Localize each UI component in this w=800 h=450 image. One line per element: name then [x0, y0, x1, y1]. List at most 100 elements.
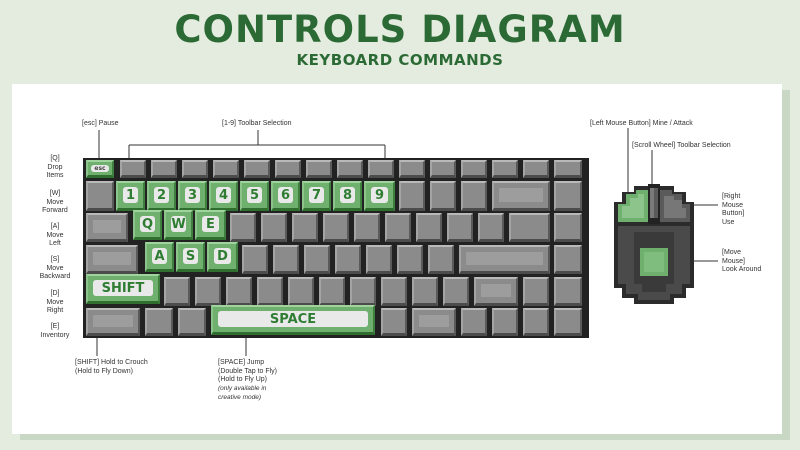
key-8-label: 8	[340, 187, 355, 203]
key-j[interactable]	[335, 245, 361, 274]
key-esc[interactable]: esc	[86, 160, 114, 178]
key-u[interactable]	[323, 213, 349, 242]
key-t[interactable]	[261, 213, 287, 242]
key-l[interactable]	[397, 245, 423, 274]
key-f10[interactable]	[399, 160, 425, 178]
key-f9[interactable]	[368, 160, 394, 178]
key-f7[interactable]	[306, 160, 332, 178]
key-right-alt[interactable]	[381, 308, 407, 336]
key-y[interactable]	[292, 213, 318, 242]
key-5[interactable]: 5	[240, 181, 269, 211]
e-label: [E] Inventory	[40, 323, 70, 339]
key-ctrl[interactable]	[86, 308, 140, 336]
key-right[interactable]	[554, 308, 582, 336]
key-down[interactable]	[523, 308, 549, 336]
key-b[interactable]	[288, 277, 314, 306]
key-z[interactable]	[164, 277, 190, 306]
key-g[interactable]	[273, 245, 299, 274]
key-bracket-right[interactable]	[478, 213, 504, 242]
space-label: [SPACE] Jump (Double Tap to Fly) (Hold t…	[218, 359, 278, 383]
key-o[interactable]	[385, 213, 411, 242]
key-0[interactable]	[399, 181, 425, 211]
key-menu[interactable]	[461, 308, 487, 336]
key-enter[interactable]	[459, 245, 550, 274]
key-s[interactable]: S	[176, 242, 205, 272]
left-mouse-label: [Left Mouse Button] Mine / Attack	[590, 120, 693, 127]
key-h[interactable]	[304, 245, 330, 274]
key-f5[interactable]	[244, 160, 270, 178]
key-a[interactable]: A	[145, 242, 174, 272]
key-f3[interactable]	[182, 160, 208, 178]
key-q[interactable]: Q	[133, 210, 162, 240]
key-shift[interactable]: SHIFT	[86, 274, 160, 304]
key-slash[interactable]	[443, 277, 469, 306]
key-7[interactable]: 7	[302, 181, 331, 211]
key-d[interactable]: D	[207, 242, 238, 272]
key-caps[interactable]	[86, 245, 138, 274]
esc-label: [esc] Pause	[82, 120, 119, 127]
key-right-ctrl[interactable]	[412, 308, 456, 336]
key-f15[interactable]	[554, 160, 582, 178]
key-equals[interactable]	[461, 181, 487, 211]
key-period[interactable]	[412, 277, 438, 306]
key-f4[interactable]	[213, 160, 239, 178]
key-ctrl-face	[93, 315, 133, 327]
key-pgup[interactable]	[554, 213, 582, 242]
key-backslash[interactable]	[509, 213, 550, 242]
key-home[interactable]	[554, 181, 582, 211]
key-6[interactable]: 6	[271, 181, 300, 211]
key-n[interactable]	[319, 277, 345, 306]
key-comma[interactable]	[381, 277, 407, 306]
key-end[interactable]	[554, 277, 582, 306]
key-shift-label: SHIFT	[93, 280, 153, 296]
key-2[interactable]: 2	[147, 181, 176, 211]
key-9[interactable]: 9	[364, 181, 395, 211]
key-3-label: 3	[185, 187, 200, 203]
key-e[interactable]: E	[195, 210, 226, 240]
s-label: [S] Move Backward	[39, 256, 71, 280]
key-tab[interactable]	[86, 213, 128, 242]
key-3[interactable]: 3	[178, 181, 207, 211]
key-r[interactable]	[230, 213, 256, 242]
key-f8[interactable]	[337, 160, 363, 178]
key-f2[interactable]	[151, 160, 177, 178]
key-f[interactable]	[242, 245, 268, 274]
key-fn[interactable]	[145, 308, 173, 336]
key-w-label: W	[171, 216, 186, 232]
key-c[interactable]	[226, 277, 252, 306]
key-p[interactable]	[416, 213, 442, 242]
key-f12[interactable]	[461, 160, 487, 178]
key-v[interactable]	[257, 277, 283, 306]
key-i[interactable]	[354, 213, 380, 242]
key-pgdn[interactable]	[554, 245, 582, 274]
shift-label: [SHIFT] Hold to Crouch (Hold to Fly Down…	[75, 359, 148, 375]
key-right-shift-face	[481, 284, 511, 297]
key-1[interactable]: 1	[116, 181, 145, 211]
key-right-shift[interactable]	[474, 277, 518, 306]
key-f6[interactable]	[275, 160, 301, 178]
right-mouse-label: [Right Mouse Button] Use	[722, 193, 745, 226]
key-bracket-left[interactable]	[447, 213, 473, 242]
key-backspace[interactable]	[492, 181, 550, 211]
key-minus[interactable]	[430, 181, 456, 211]
key-f14[interactable]	[523, 160, 549, 178]
key-k[interactable]	[366, 245, 392, 274]
key-x[interactable]	[195, 277, 221, 306]
key-tab-face	[93, 220, 121, 233]
key-left[interactable]	[492, 308, 518, 336]
scroll-wheel[interactable]	[648, 184, 660, 224]
key-backtick[interactable]	[86, 181, 114, 211]
key-f11[interactable]	[430, 160, 456, 178]
key-e-label: E	[202, 216, 219, 232]
key-f1[interactable]	[120, 160, 146, 178]
key-semicolon[interactable]	[428, 245, 454, 274]
key-f13[interactable]	[492, 160, 518, 178]
key-up[interactable]	[523, 277, 549, 306]
key-space[interactable]: SPACE	[211, 305, 375, 335]
key-alt[interactable]	[178, 308, 206, 336]
key-w[interactable]: W	[164, 210, 193, 240]
key-8[interactable]: 8	[333, 181, 362, 211]
key-a-label: A	[152, 248, 167, 264]
key-4[interactable]: 4	[209, 181, 238, 211]
key-m[interactable]	[350, 277, 376, 306]
